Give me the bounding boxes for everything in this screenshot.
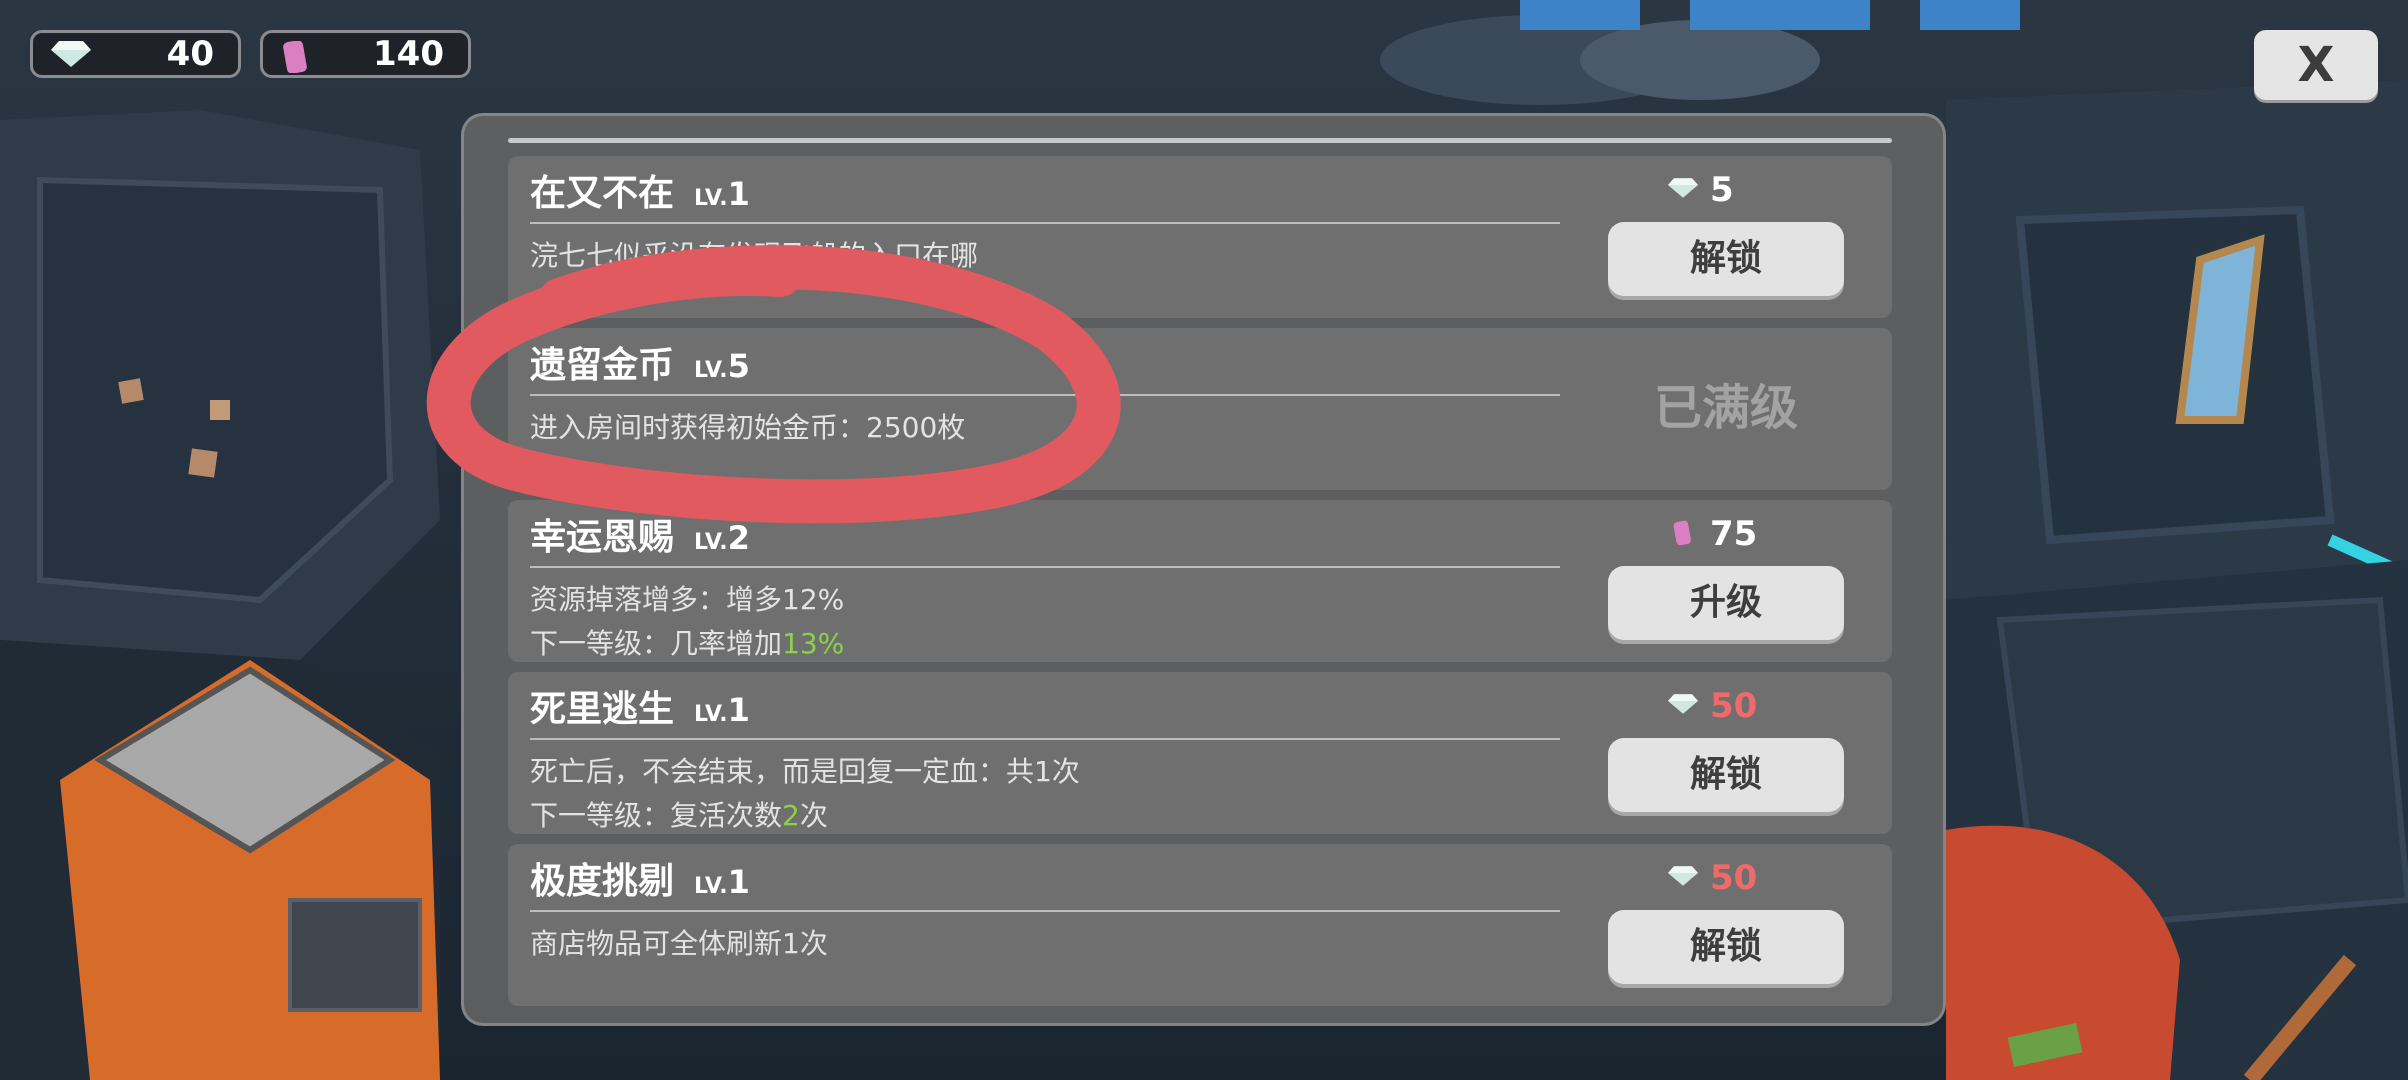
close-button[interactable]: X (2254, 30, 2378, 100)
ticket-icon (1673, 520, 1691, 546)
next-level-description: 下一等级：复活次数2次 (530, 794, 828, 838)
upgrade-button[interactable]: 升级 (1608, 566, 1844, 640)
gem-icon (1668, 866, 1698, 886)
next-level-value: 2 (782, 799, 800, 832)
level-prefix: LV. (694, 358, 728, 383)
cost-display: 75 (1668, 512, 1848, 556)
card-title: 幸运恩赐 LV.2 (530, 514, 750, 567)
upgrade-card: 遗留金币 LV.5 进入房间时获得初始金币：2500枚 已满级 (508, 328, 1892, 490)
unlock-button[interactable]: 解锁 (1608, 738, 1844, 812)
level-number: 1 (727, 863, 750, 901)
upgrade-card: 幸运恩赐 LV.2 资源掉落增多：增多12% 下一等级：几率增加13% 75 升级 (508, 500, 1892, 662)
title-divider (530, 910, 1560, 912)
upgrade-name: 在又不在 (530, 173, 675, 214)
cost-display: 50 (1668, 856, 1848, 900)
unlock-button[interactable]: 解锁 (1608, 222, 1844, 296)
ticket-icon (283, 41, 307, 73)
card-title: 死里逃生 LV.1 (530, 686, 750, 739)
unlock-button[interactable]: 解锁 (1608, 910, 1844, 984)
level-number: 2 (727, 519, 750, 557)
gem-icon (1668, 694, 1698, 714)
title-divider (530, 566, 1560, 568)
cost-value: 75 (1710, 514, 1758, 554)
upgrade-description: 进入房间时获得初始金币：2500枚 (530, 411, 966, 444)
next-level-value: 13% (782, 627, 845, 660)
upgrade-description: 死亡后，不会结束，而是回复一定血：共1次 (530, 755, 1080, 788)
card-title: 极度挑剔 LV.1 (530, 858, 750, 911)
card-title: 在又不在 LV.1 (530, 170, 750, 223)
level-prefix: LV. (694, 702, 728, 727)
upgrade-name: 幸运恩赐 (530, 517, 675, 558)
title-divider (530, 738, 1560, 740)
upgrade-panel: 在又不在 LV.1 浣七七似乎没有发现飞船的入口在哪 5 解锁 遗留金币 LV.5 … (461, 113, 1946, 1026)
next-level-prefix: 下一等级：复活次数 (530, 799, 783, 832)
level-number: 1 (727, 691, 750, 729)
upgrade-card: 在又不在 LV.1 浣七七似乎没有发现飞船的入口在哪 5 解锁 (508, 156, 1892, 318)
upgrade-card: 极度挑剔 LV.1 商店物品可全体刷新1次 50 解锁 (508, 844, 1892, 1006)
next-level-description: 下一等级：几率增加13% (530, 622, 844, 666)
next-level-suffix: 次 (799, 799, 828, 832)
upgrade-description: 资源掉落增多：增多12% (530, 583, 845, 616)
cost-value: 5 (1710, 170, 1734, 210)
upgrade-name: 极度挑剔 (530, 861, 675, 902)
gem-icon (1668, 178, 1698, 198)
ticket-count: 140 (373, 34, 444, 74)
cost-display: 5 (1668, 168, 1848, 212)
gem-counter: 40 (30, 30, 241, 78)
panel-top-divider (508, 138, 1892, 143)
cost-display: 50 (1668, 684, 1848, 728)
gem-count: 40 (166, 34, 214, 74)
title-divider (530, 394, 1560, 396)
max-level-label: 已满级 (1653, 380, 1798, 436)
level-number: 5 (727, 347, 750, 385)
ticket-counter: 140 (260, 30, 471, 78)
level-prefix: LV. (694, 530, 728, 555)
next-level-prefix: 下一等级：几率增加 (530, 627, 783, 660)
upgrade-name: 遗留金币 (530, 345, 675, 386)
level-prefix: LV. (694, 874, 728, 899)
title-divider (530, 222, 1560, 224)
level-prefix: LV. (694, 186, 728, 211)
upgrade-name: 死里逃生 (530, 689, 675, 730)
cost-value: 50 (1710, 686, 1758, 726)
card-title: 遗留金币 LV.5 (530, 342, 750, 395)
upgrade-description: 浣七七似乎没有发现飞船的入口在哪 (530, 239, 979, 272)
level-number: 1 (727, 175, 750, 213)
gem-icon (51, 41, 91, 67)
upgrade-card: 死里逃生 LV.1 死亡后，不会结束，而是回复一定血：共1次 下一等级：复活次数2… (508, 672, 1892, 834)
cost-value: 50 (1710, 858, 1758, 898)
upgrade-description: 商店物品可全体刷新1次 (530, 927, 828, 960)
